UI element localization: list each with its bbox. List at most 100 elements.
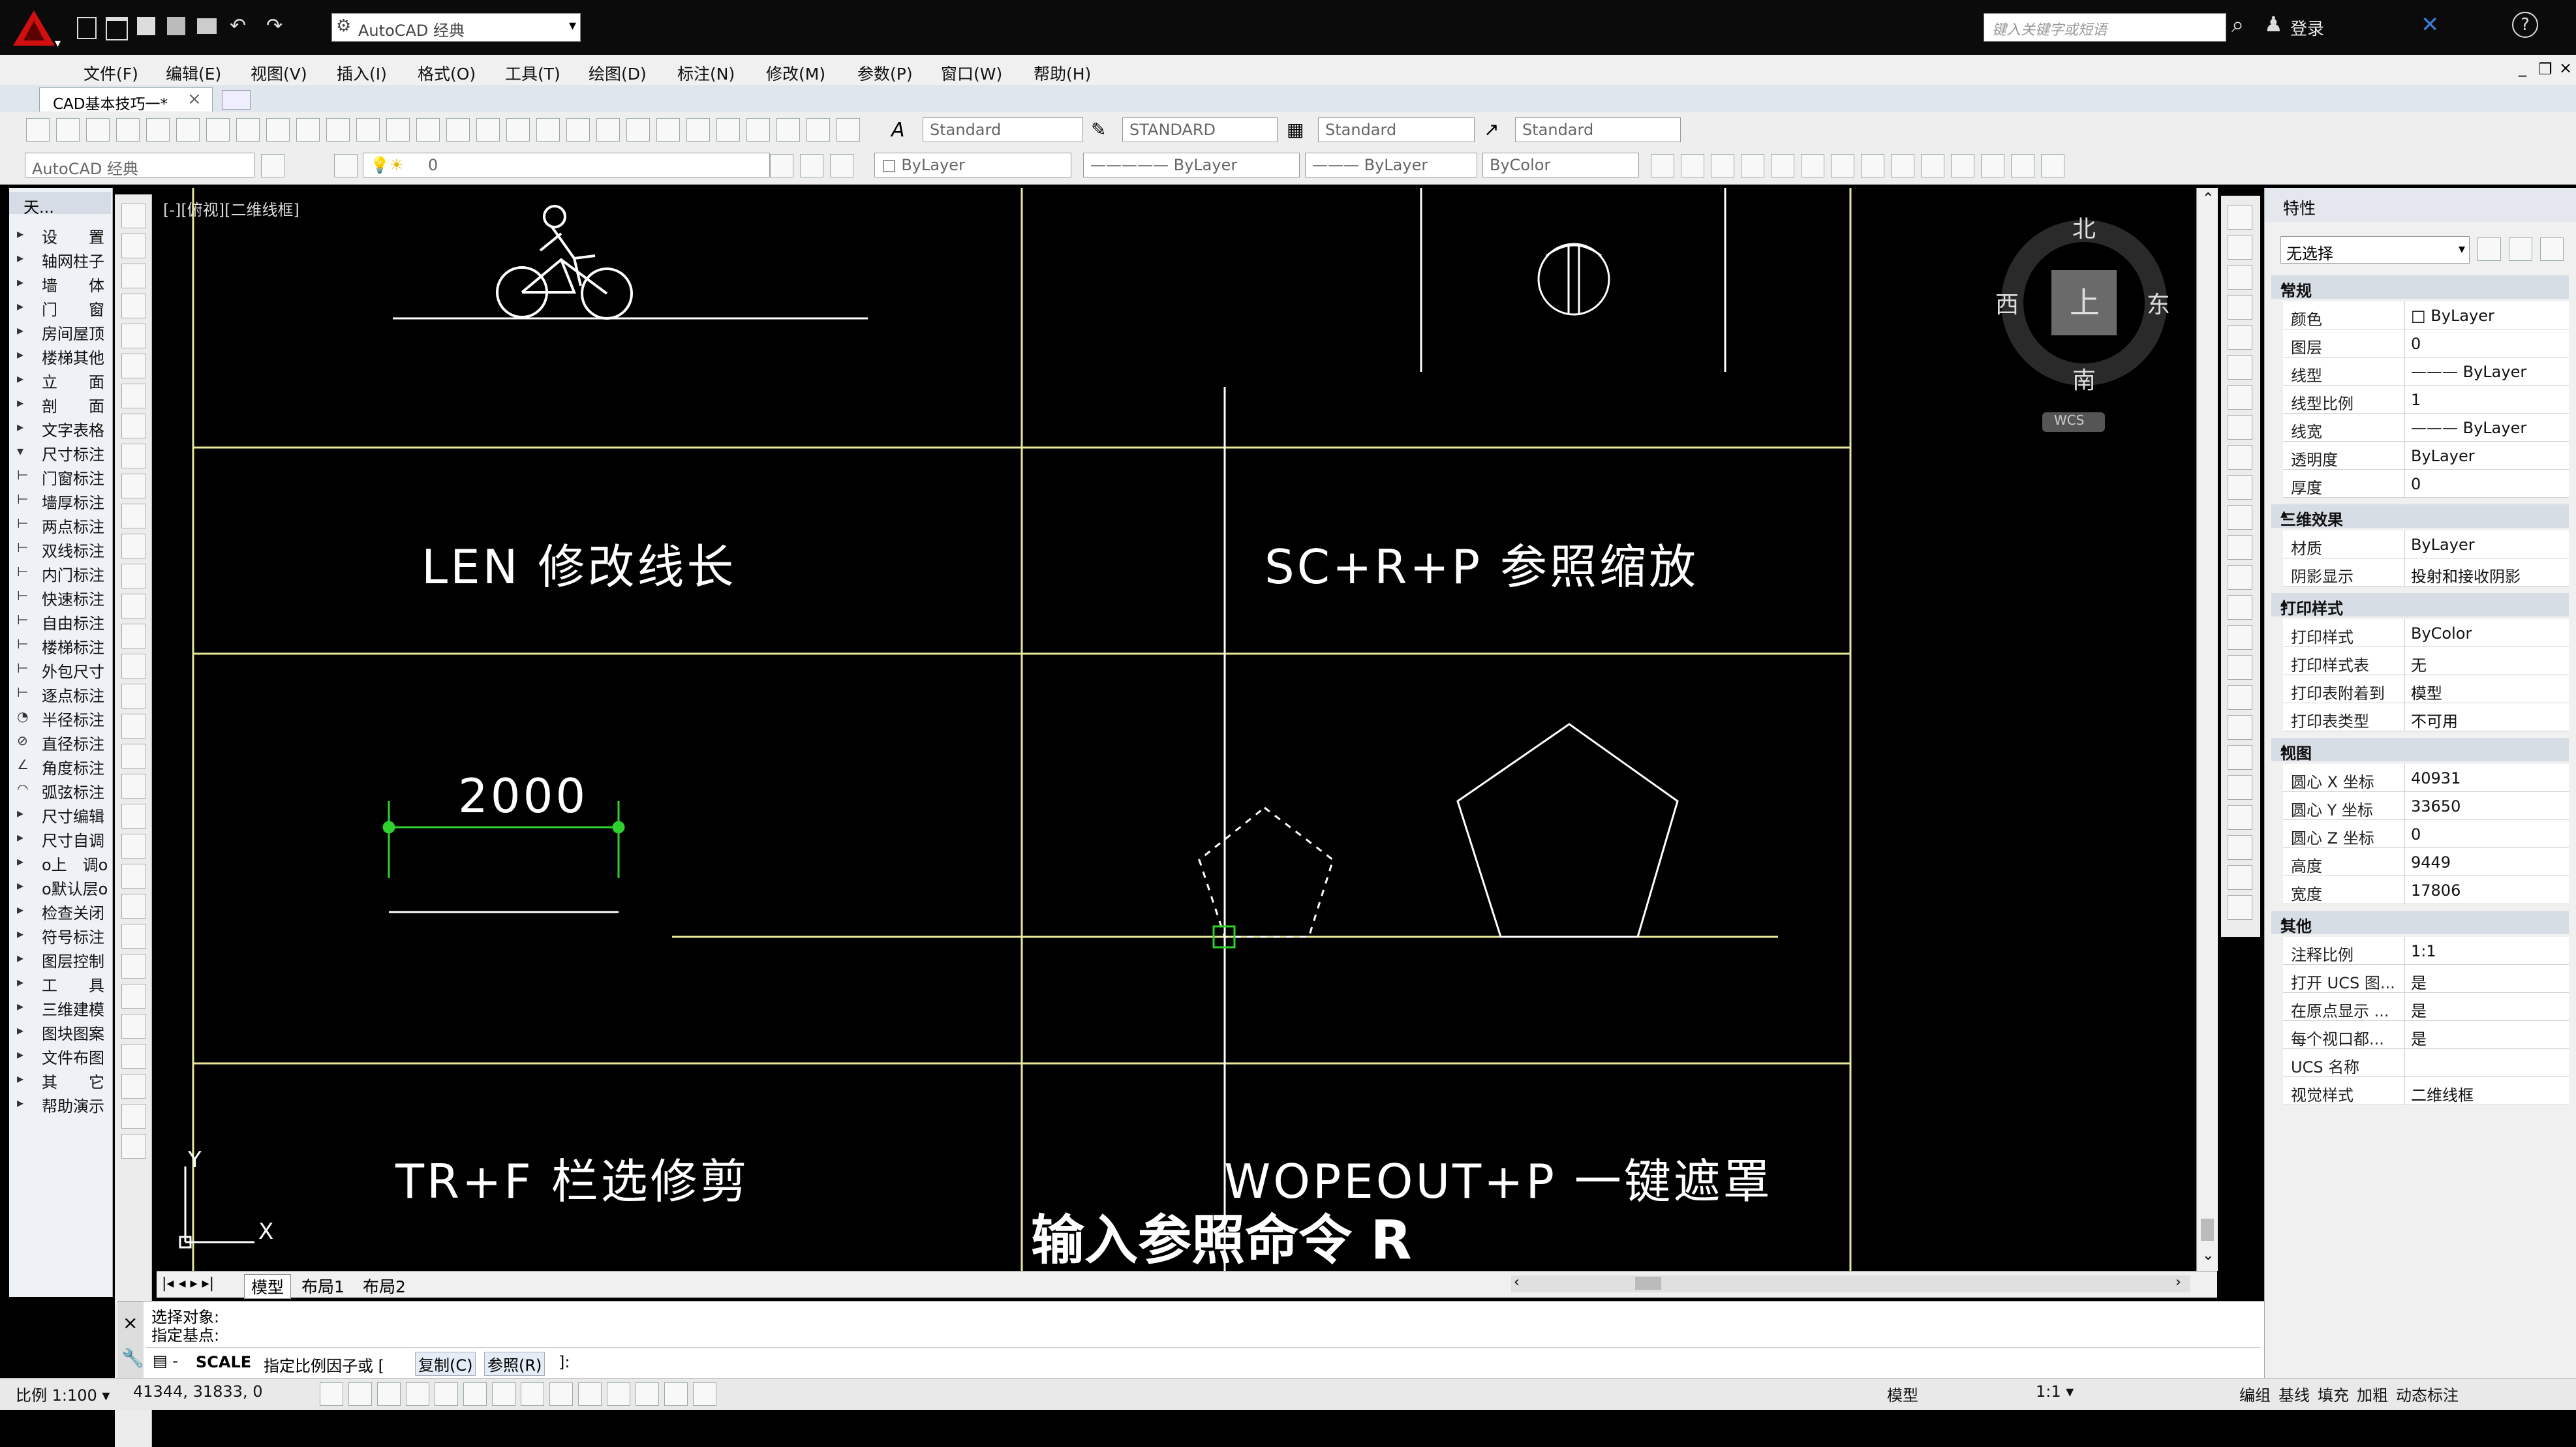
modify-tool-icon[interactable] bbox=[2228, 895, 2252, 920]
toolbar-tool-icon[interactable] bbox=[326, 118, 350, 142]
tool-palette-item[interactable]: ▸ 工 具 bbox=[9, 970, 111, 995]
tool-palette-item[interactable]: ⊢ 门窗标注 bbox=[9, 463, 111, 488]
viewcube-south[interactable]: 南 bbox=[2072, 361, 2096, 395]
modify-tool-icon[interactable] bbox=[2228, 535, 2252, 560]
menu-file[interactable]: 文件(F) bbox=[84, 61, 138, 85]
property-row[interactable]: 线宽 ——— ByLayer bbox=[2283, 414, 2569, 442]
annotation-scale[interactable]: 1:1 ▾ bbox=[2036, 1382, 2074, 1401]
draw-tool-icon[interactable] bbox=[121, 744, 146, 769]
workspace-combo-2[interactable]: AutoCAD 经典 bbox=[25, 153, 254, 177]
menu-help[interactable]: 帮助(H) bbox=[1034, 61, 1091, 85]
login-link[interactable]: 登录 bbox=[2290, 16, 2324, 40]
tool-palette-item[interactable]: ▸ 帮助演示 bbox=[9, 1091, 111, 1116]
toolbar-tool-icon[interactable] bbox=[506, 118, 530, 142]
tab-model[interactable]: 模型 bbox=[244, 1274, 292, 1299]
tool-palette-item[interactable]: ◠ 弧弦标注 bbox=[9, 777, 111, 802]
modify-tool-icon[interactable] bbox=[2228, 355, 2252, 380]
menu-format[interactable]: 格式(O) bbox=[418, 61, 476, 85]
draw-tool-icon[interactable] bbox=[121, 1014, 146, 1039]
search-box[interactable]: 键入关键字或短语 bbox=[1984, 13, 2226, 42]
render-tool-icon[interactable] bbox=[1801, 154, 1824, 177]
property-row[interactable]: 厚度 0 bbox=[2283, 470, 2569, 498]
close-doc-icon[interactable]: × bbox=[2559, 59, 2572, 77]
tool-palette-item[interactable]: ◔ 半径标注 bbox=[9, 705, 111, 729]
property-row[interactable]: 打印样式表 无 bbox=[2283, 647, 2569, 675]
tool-palette-item[interactable]: ▸ 立 面 bbox=[9, 367, 111, 391]
modify-tool-icon[interactable] bbox=[2228, 685, 2252, 710]
toolbar-tool-icon[interactable] bbox=[716, 118, 740, 142]
property-row[interactable]: 在原点显示 ... 是 bbox=[2283, 993, 2569, 1021]
draw-tool-icon[interactable] bbox=[121, 1134, 146, 1159]
property-row[interactable]: 宽度 17806 bbox=[2283, 876, 2569, 904]
modify-tool-icon[interactable] bbox=[2228, 505, 2252, 530]
modify-tool-icon[interactable] bbox=[2228, 835, 2252, 860]
property-value[interactable]: ——— ByLayer bbox=[2411, 363, 2565, 381]
tool-palette-item[interactable]: ▸ 尺寸自调 bbox=[9, 825, 111, 850]
tool-palette-item[interactable]: ▸ 剖 面 bbox=[9, 391, 111, 416]
tool-palette-item[interactable]: ▸ o上 调o bbox=[9, 849, 111, 874]
scroll-down-icon[interactable]: ⌄ bbox=[2202, 1247, 2214, 1264]
property-row[interactable]: 每个视口都... 是 bbox=[2283, 1021, 2569, 1049]
tool-palette-item[interactable]: ⊢ 两点标注 bbox=[9, 511, 111, 536]
viewcube-top[interactable]: 上 bbox=[2070, 279, 2100, 322]
toolbar-tool-icon[interactable] bbox=[566, 118, 590, 142]
draw-tool-icon[interactable] bbox=[121, 354, 146, 378]
minimize-doc-icon[interactable]: _ bbox=[2519, 59, 2526, 77]
drafting-toggle-icon[interactable] bbox=[521, 1382, 544, 1406]
draw-tool-icon[interactable] bbox=[121, 504, 146, 528]
toolbar-tool-icon[interactable] bbox=[656, 118, 680, 142]
toolbar-tool-icon[interactable] bbox=[386, 118, 410, 142]
status-baseline[interactable]: 基线 bbox=[2278, 1382, 2310, 1405]
status-fill[interactable]: 填充 bbox=[2318, 1382, 2349, 1405]
collapse-icon[interactable]: ▴ bbox=[2280, 277, 2557, 293]
exchange-icon[interactable]: ✕ bbox=[2421, 12, 2440, 38]
property-value[interactable]: ——— ByLayer bbox=[2411, 419, 2565, 437]
render-tool-icon[interactable] bbox=[1771, 154, 1794, 177]
user-icon[interactable]: ♟ bbox=[2264, 12, 2283, 37]
drafting-toggle-icon[interactable] bbox=[607, 1382, 630, 1406]
tab-nav-icon[interactable]: |◂ ◂ ▸ ▸| bbox=[162, 1275, 214, 1292]
modify-tool-icon[interactable] bbox=[2228, 415, 2252, 440]
collapse-icon[interactable]: ▴ bbox=[2280, 739, 2557, 755]
draw-tool-icon[interactable] bbox=[121, 564, 146, 588]
linetype-combo[interactable]: ————— ByLayer bbox=[1083, 153, 1300, 177]
property-value[interactable]: 0 bbox=[2411, 475, 2565, 493]
property-value[interactable]: 33650 bbox=[2411, 797, 2565, 815]
menu-dimension[interactable]: 标注(N) bbox=[677, 61, 735, 85]
tool-palette-item[interactable]: ▸ 楼梯其他 bbox=[9, 343, 111, 367]
property-row[interactable]: 图层 0 bbox=[2283, 329, 2569, 358]
property-value[interactable]: 是 bbox=[2411, 998, 2565, 1021]
tool-palette-item[interactable]: ▸ 轴网柱子 bbox=[9, 246, 111, 271]
property-value[interactable]: 1 bbox=[2411, 391, 2565, 409]
property-value[interactable]: 0 bbox=[2411, 335, 2565, 353]
property-row[interactable]: 材质 ByLayer bbox=[2283, 530, 2569, 558]
property-row[interactable]: 打印表附着到 模型 bbox=[2283, 675, 2569, 703]
draw-tool-icon[interactable] bbox=[121, 234, 146, 258]
option-copy[interactable]: 复制(C) bbox=[415, 1352, 476, 1376]
wrench-icon[interactable]: 🔧 bbox=[121, 1347, 144, 1369]
viewcube-wcs[interactable]: WCS bbox=[2054, 412, 2084, 428]
status-group[interactable]: 编组 bbox=[2239, 1382, 2271, 1405]
drafting-toggle-icon[interactable] bbox=[549, 1382, 573, 1406]
save-icon[interactable] bbox=[137, 17, 155, 35]
toolbar-tool-icon[interactable] bbox=[206, 118, 230, 142]
render-tool-icon[interactable] bbox=[1921, 154, 1944, 177]
property-value[interactable]: 40931 bbox=[2411, 769, 2565, 787]
option-reference[interactable]: 参照(R) bbox=[484, 1352, 545, 1376]
scroll-right-icon[interactable]: › bbox=[2175, 1274, 2181, 1290]
property-row[interactable]: 视觉样式 二维线框 bbox=[2283, 1077, 2569, 1105]
property-value[interactable]: 二维线框 bbox=[2411, 1082, 2565, 1105]
toolbar-tool-icon[interactable] bbox=[776, 118, 800, 142]
redo-icon[interactable]: ↷ bbox=[266, 14, 283, 37]
close-icon[interactable]: × bbox=[187, 89, 202, 109]
tool-palette-item[interactable]: ▾ 尺寸标注 bbox=[9, 439, 111, 464]
toolbar-tool-icon[interactable] bbox=[266, 118, 290, 142]
draw-tool-icon[interactable] bbox=[121, 414, 146, 438]
toolbar-tool-icon[interactable] bbox=[356, 118, 380, 142]
property-row[interactable]: 打印表类型 不可用 bbox=[2283, 703, 2569, 731]
property-row[interactable]: 线型 ——— ByLayer bbox=[2283, 358, 2569, 386]
modify-tool-icon[interactable] bbox=[2228, 295, 2252, 320]
tab-layout1[interactable]: 布局1 bbox=[301, 1274, 345, 1298]
viewcube-west[interactable]: 西 bbox=[1995, 286, 2019, 320]
draw-tool-icon[interactable] bbox=[121, 294, 146, 318]
